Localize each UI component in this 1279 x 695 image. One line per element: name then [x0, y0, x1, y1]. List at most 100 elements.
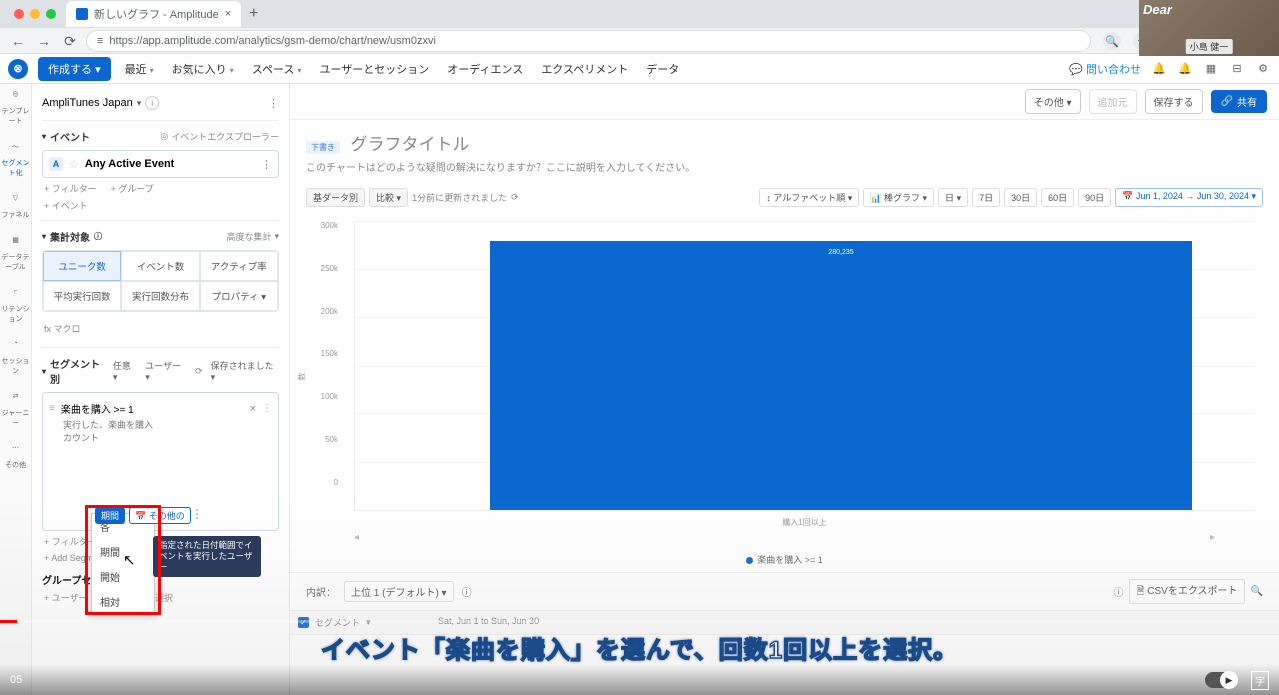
amplitude-logo-icon[interactable]: ⊗	[8, 59, 28, 79]
metric-prop[interactable]: プロパティ ▾	[200, 281, 278, 311]
breakdown-select[interactable]: 上位 1 (デフォルト) ▾	[344, 581, 454, 602]
dd-relative[interactable]: 相対	[92, 589, 154, 614]
main-content: その他 ▾ 追加元 保存する 🔗 共有 下書き グラフタイトル このチャートはど…	[290, 84, 1279, 695]
rail-segment[interactable]: 〜セグメント化	[0, 142, 31, 178]
tooltip: 指定された日付範囲でイベントを実行したユーザー	[153, 536, 261, 577]
rail-funnel[interactable]: ▽ファネル	[2, 194, 30, 220]
share-button[interactable]: 🔗 共有	[1211, 90, 1267, 113]
range-30[interactable]: 30日	[1004, 188, 1037, 207]
window-controls[interactable]	[4, 9, 66, 19]
page-next[interactable]: ▸	[1210, 532, 1215, 543]
day-button[interactable]: 日 ▾	[938, 188, 968, 207]
y-axis: 300k 250k 200k 150k 100k 50k 0	[314, 221, 338, 487]
compare-button[interactable]: 比較 ▾	[369, 188, 408, 207]
url-input[interactable]: ≡ https://app.amplitude.com/analytics/gs…	[86, 30, 1091, 52]
date-range-button[interactable]: 📅 Jun 1, 2024 → Jun 30, 2024 ▾	[1115, 188, 1263, 207]
video-progress[interactable]	[0, 620, 1279, 623]
new-tab-button[interactable]: +	[241, 5, 266, 23]
metric-grid: ユニーク数 イベント数 アクティブ率 平均実行回数 実行回数分布 プロパティ ▾	[42, 250, 279, 312]
address-bar-row: ← → ⟳ ≡ https://app.amplitude.com/analyt…	[0, 28, 1279, 54]
autoplay-toggle[interactable]: ▶	[1205, 672, 1237, 688]
nav-audience[interactable]: オーディエンス	[443, 61, 527, 77]
video-overlay: イベント「楽曲を購入」を選んで、回数1回以上を選択。 05 ▶ 字	[0, 620, 1279, 695]
nav-users[interactable]: ユーザーとセッション	[316, 61, 434, 77]
nav-data[interactable]: データ	[642, 61, 683, 77]
range-7[interactable]: 7日	[972, 188, 1000, 207]
chart-type-button[interactable]: 📊 棒グラフ ▾	[863, 188, 934, 207]
add-group-link[interactable]: + グループ	[109, 178, 156, 199]
other-pill[interactable]: 📅 その他の	[129, 507, 191, 524]
rail-template[interactable]: ◎テンプレート	[0, 90, 31, 126]
event-a-row[interactable]: A☆ Any Active Event ⋮	[42, 150, 279, 178]
export-button[interactable]: 🗎 CSVをエクスポート	[1129, 579, 1244, 604]
metric-dist[interactable]: 実行回数分布	[121, 281, 199, 311]
subtitle-text: イベント「楽曲を購入」を選んで、回数1回以上を選択。	[321, 630, 958, 665]
lock-icon: ≡	[97, 35, 103, 47]
nav-fav[interactable]: お気に入り ▾	[168, 61, 238, 77]
forward-button[interactable]: →	[34, 33, 54, 49]
metric-avg[interactable]: 平均実行回数	[43, 281, 121, 311]
search-icon[interactable]: 🔍	[1103, 32, 1121, 50]
rail-journey[interactable]: ⇄ジャーニー	[0, 392, 31, 428]
metric-events[interactable]: イベント数	[121, 251, 199, 281]
sort-button[interactable]: ↕ アルファベット順 ▾	[759, 188, 859, 207]
refresh-icon[interactable]: ⟳	[511, 192, 519, 203]
chart-description[interactable]: このチャートはどのような疑問の解決になりますか？ここに説明を入力してください。	[306, 159, 1263, 174]
pill-more-icon[interactable]: ⋮	[191, 507, 203, 521]
seg-any[interactable]: 任意 ▾	[113, 359, 137, 383]
grid-icon[interactable]: ▦	[1203, 61, 1219, 77]
breakdown-info-icon[interactable]: ⓘ	[462, 584, 472, 599]
create-button[interactable]: 作成する ▾	[38, 57, 111, 81]
rail-session[interactable]: ◔セッション	[0, 340, 31, 376]
macro-link[interactable]: fx マクロ	[42, 318, 279, 339]
page-prev[interactable]: ◂	[354, 532, 359, 543]
seg-saved[interactable]: 保存されました ▾	[211, 359, 279, 383]
metric-active[interactable]: アクティブ率	[200, 251, 278, 281]
range-90[interactable]: 90日	[1078, 188, 1111, 207]
nav-space[interactable]: スペース ▾	[248, 61, 306, 77]
chart-plot[interactable]: 280,235	[354, 221, 1255, 511]
add-filter-link[interactable]: + フィルター	[42, 178, 99, 199]
metric-unique[interactable]: ユニーク数	[43, 251, 121, 281]
table-info-icon[interactable]: ⓘ	[1113, 584, 1123, 599]
presenter-webcam: Dear 小島 健一	[1139, 0, 1279, 56]
nav-experiment[interactable]: エクスペリメント	[537, 61, 632, 77]
close-tab-icon[interactable]: ×	[225, 8, 231, 20]
add-event-link[interactable]: + イベント	[42, 197, 90, 215]
info-icon[interactable]: i	[145, 96, 159, 110]
contact-link[interactable]: 💬 問い合わせ	[1069, 61, 1141, 77]
rail-other[interactable]: ⋯その他	[5, 444, 26, 470]
group-user-link[interactable]: + ユーザー	[42, 587, 90, 608]
bell-icon[interactable]: 🔔	[1177, 61, 1193, 77]
remove-seg-icon[interactable]: ×	[250, 403, 256, 415]
seg-user[interactable]: ユーザー ▾	[145, 359, 187, 383]
help-icon[interactable]: ⊟	[1229, 61, 1245, 77]
event-explorer-link[interactable]: ◎ イベントエクスプローラー	[160, 130, 279, 143]
period-pill[interactable]: 期間	[95, 507, 125, 524]
segment-box: ≡ 楽曲を購入 >= 1 × ⋮ 実行した、楽曲を購入 カウント 期間 📅 その…	[42, 392, 279, 531]
bar-segment-1[interactable]: 280,235	[490, 241, 1192, 510]
draft-badge: 下書き	[306, 141, 340, 154]
save-button[interactable]: 保存する	[1145, 89, 1203, 114]
browser-tab[interactable]: 新しいグラフ - Amplitude ×	[66, 1, 241, 27]
search-table-icon[interactable]: 🔍	[1251, 586, 1263, 597]
notif-icon[interactable]: 🔔	[1151, 61, 1167, 77]
url-text: https://app.amplitude.com/analytics/gsm-…	[109, 35, 435, 47]
gear-icon[interactable]: ⚙	[1255, 61, 1271, 77]
other-button[interactable]: その他 ▾	[1025, 89, 1081, 114]
chart-title-input[interactable]: グラフタイトル	[350, 135, 469, 154]
project-selector[interactable]: AmpliTunes Japan▾ i ⋮	[42, 92, 279, 120]
chart-toolbar: 基ダータ別 比較 ▾ 1分前に更新されました ⟳ ↕ アルファベット順 ▾ 📊 …	[290, 184, 1279, 211]
reload-button[interactable]: ⟳	[60, 33, 80, 50]
back-button[interactable]: ←	[8, 33, 28, 49]
cc-icon[interactable]: 字	[1251, 671, 1269, 690]
more-icon[interactable]: ⋮	[268, 97, 279, 110]
rail-retention[interactable]: ⌐リテンション	[0, 288, 31, 324]
browser-chrome: 新しいグラフ - Amplitude × + ← → ⟳ ≡ https://a…	[0, 0, 1279, 54]
rail-table[interactable]: ▦データテーブル	[0, 236, 31, 272]
range-60[interactable]: 60日	[1041, 188, 1074, 207]
nav-recent[interactable]: 最近 ▾	[121, 61, 158, 77]
view-toggle[interactable]: 基ダータ別	[306, 188, 365, 207]
advanced-link[interactable]: 高度な集計 ▾	[226, 230, 279, 243]
events-section: ▾イベント ◎ イベントエクスプローラー A☆ Any Active Event…	[42, 120, 279, 220]
